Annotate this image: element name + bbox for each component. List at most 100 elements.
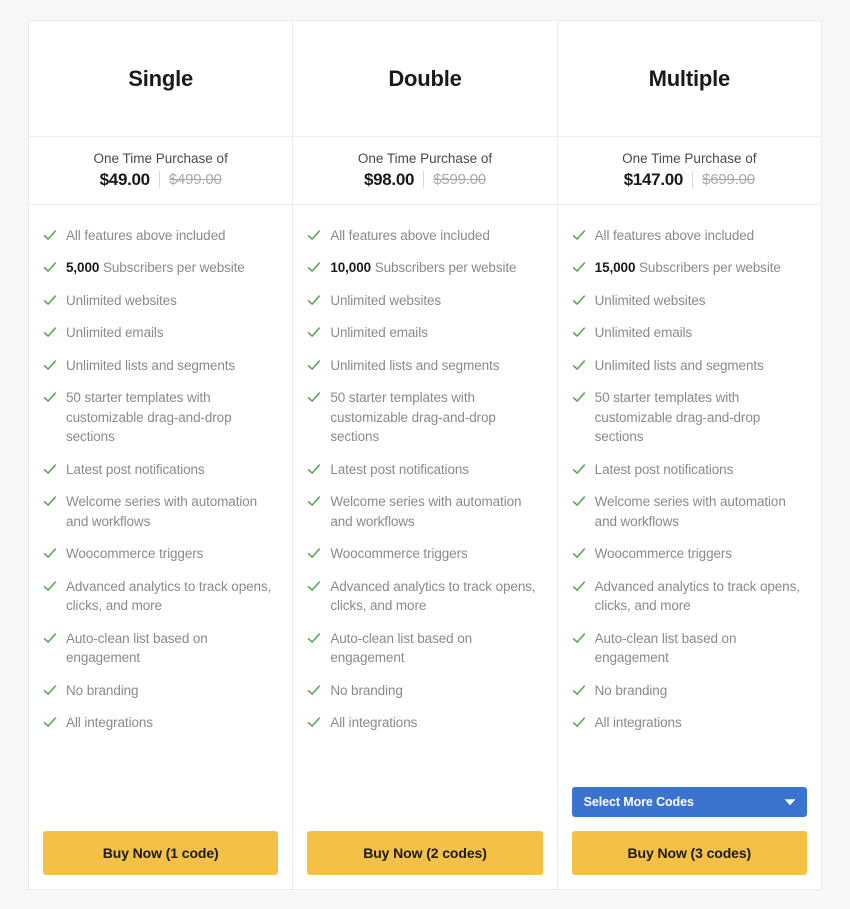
check-icon [307, 629, 321, 647]
price-row: $49.00 $499.00 [100, 169, 222, 191]
check-icon [307, 356, 321, 374]
feature-item: 50 starter templates with customizable d… [43, 382, 278, 454]
feature-label: Latest post notifications [594, 461, 734, 477]
check-icon [572, 681, 586, 699]
feature-label-text: Subscribers per website [374, 260, 517, 275]
feature-label: Unlimited emails [66, 325, 164, 340]
check-icon [572, 460, 586, 478]
check-icon [307, 258, 321, 276]
pricing-table: Single One Time Purchase of $49.00 $499.00 A… [0, 0, 850, 909]
feature-item: Welcome series with automation and workf… [307, 486, 542, 538]
feature-item: All integrations [572, 707, 807, 740]
check-icon [43, 356, 57, 374]
check-icon [572, 577, 586, 595]
feature-highlight: 15,000 [594, 260, 636, 275]
price-row: $147.00 $699.00 [624, 169, 755, 191]
check-icon [572, 258, 586, 276]
check-icon [43, 291, 57, 309]
select-more-codes-label: Select More Codes [583, 795, 694, 809]
price-separator [423, 171, 425, 188]
check-icon [572, 713, 586, 731]
feature-item: Unlimited emails [307, 317, 542, 350]
feature-label: Welcome series with automation and workf… [594, 494, 786, 529]
check-icon [43, 323, 57, 341]
check-icon [307, 492, 321, 510]
select-more-codes-dropdown[interactable]: Select More Codes [571, 787, 807, 817]
feature-label: All integrations [66, 715, 153, 730]
feature-label: Woocommerce triggers [330, 546, 468, 561]
feature-label: 50 starter templates with customizable d… [594, 390, 761, 444]
plan-header: Multiple [557, 21, 821, 137]
feature-label: No branding [66, 682, 139, 698]
check-icon [307, 323, 321, 341]
feature-item: All features above included [307, 219, 542, 252]
feature-label-text: Subscribers per website [102, 260, 245, 275]
price-current: $147.00 [623, 169, 684, 189]
feature-item: Auto-clean list based on engagement [572, 622, 807, 674]
plan-cta-area: Buy Now (1 code) [29, 831, 292, 875]
check-icon [43, 388, 57, 406]
feature-item: Unlimited websites [43, 284, 278, 317]
price-separator [692, 171, 694, 188]
feature-label: All features above included [594, 227, 755, 243]
feature-label: All integrations [330, 715, 418, 730]
feature-label: Unlimited websites [66, 292, 177, 308]
feature-list: All features above included 10,000 Subscr… [293, 205, 556, 817]
buy-now-button[interactable]: Buy Now (3 codes) [571, 831, 807, 875]
plan-header: Single [29, 21, 293, 137]
feature-label: Welcome series with automation and workf… [66, 494, 258, 529]
feature-label: All features above included [66, 227, 226, 243]
feature-label: Unlimited emails [594, 325, 693, 340]
plan-title: Multiple [648, 65, 731, 91]
feature-label: 15,000 Subscribers per website [595, 258, 781, 278]
feature-label: 5,000 Subscribers per website [66, 258, 245, 278]
feature-label: Unlimited lists and segments [330, 357, 500, 373]
price-caption: One Time Purchase of [357, 150, 493, 166]
check-icon [307, 713, 321, 731]
plan-price-block: One Time Purchase of $147.00 $699.00 [557, 137, 821, 205]
feature-item: Unlimited websites [307, 284, 542, 317]
check-icon [572, 291, 586, 309]
check-icon [572, 544, 586, 562]
plan-cta-area: Buy Now (2 codes) [293, 831, 556, 875]
plan-card-double: Double One Time Purchase of $98.00 $599.00 A… [293, 20, 558, 890]
feature-item: All features above included [572, 219, 807, 252]
feature-item: 50 starter templates with customizable d… [572, 382, 807, 454]
feature-item: Unlimited lists and segments [572, 349, 807, 382]
check-icon [43, 681, 57, 699]
price-caption: One Time Purchase of [93, 150, 228, 166]
plan-card-multiple: Multiple One Time Purchase of $147.00 $699.… [557, 20, 822, 890]
price-current: $49.00 [99, 169, 151, 189]
check-icon [43, 544, 57, 562]
check-icon [307, 226, 321, 244]
check-icon [307, 577, 321, 595]
feature-item: No branding [43, 674, 278, 707]
feature-item: Auto-clean list based on engagement [307, 622, 542, 674]
buy-now-button[interactable]: Buy Now (2 codes) [307, 831, 543, 875]
check-icon [43, 492, 57, 510]
feature-label: No branding [594, 682, 668, 698]
plan-title: Single [128, 65, 194, 91]
feature-label: Unlimited websites [330, 292, 442, 308]
check-icon [572, 629, 586, 647]
feature-list: All features above included 15,000 Subscr… [558, 205, 821, 781]
feature-label: Woocommerce triggers [594, 546, 732, 561]
feature-item: Latest post notifications [307, 453, 542, 486]
price-caption: One Time Purchase of [622, 150, 757, 166]
price-original-strikethrough: $699.00 [702, 170, 755, 188]
feature-item: All integrations [307, 707, 542, 740]
feature-list: All features above included 5,000 Subscri… [29, 205, 292, 817]
feature-item: Latest post notifications [43, 453, 278, 486]
feature-item: 15,000 Subscribers per website [572, 252, 807, 285]
feature-label-text: Subscribers per website [639, 260, 781, 275]
buy-now-button[interactable]: Buy Now (1 code) [43, 831, 279, 875]
check-icon [43, 460, 57, 478]
feature-label: Latest post notifications [330, 461, 469, 477]
feature-item: Auto-clean list based on engagement [43, 622, 278, 674]
feature-label: 50 starter templates with customizable d… [66, 390, 232, 444]
check-icon [307, 291, 321, 309]
feature-highlight: 10,000 [330, 260, 372, 275]
price-original-strikethrough: $599.00 [433, 170, 486, 188]
check-icon [572, 356, 586, 374]
plan-cta-area: Buy Now (3 codes) [558, 831, 821, 875]
